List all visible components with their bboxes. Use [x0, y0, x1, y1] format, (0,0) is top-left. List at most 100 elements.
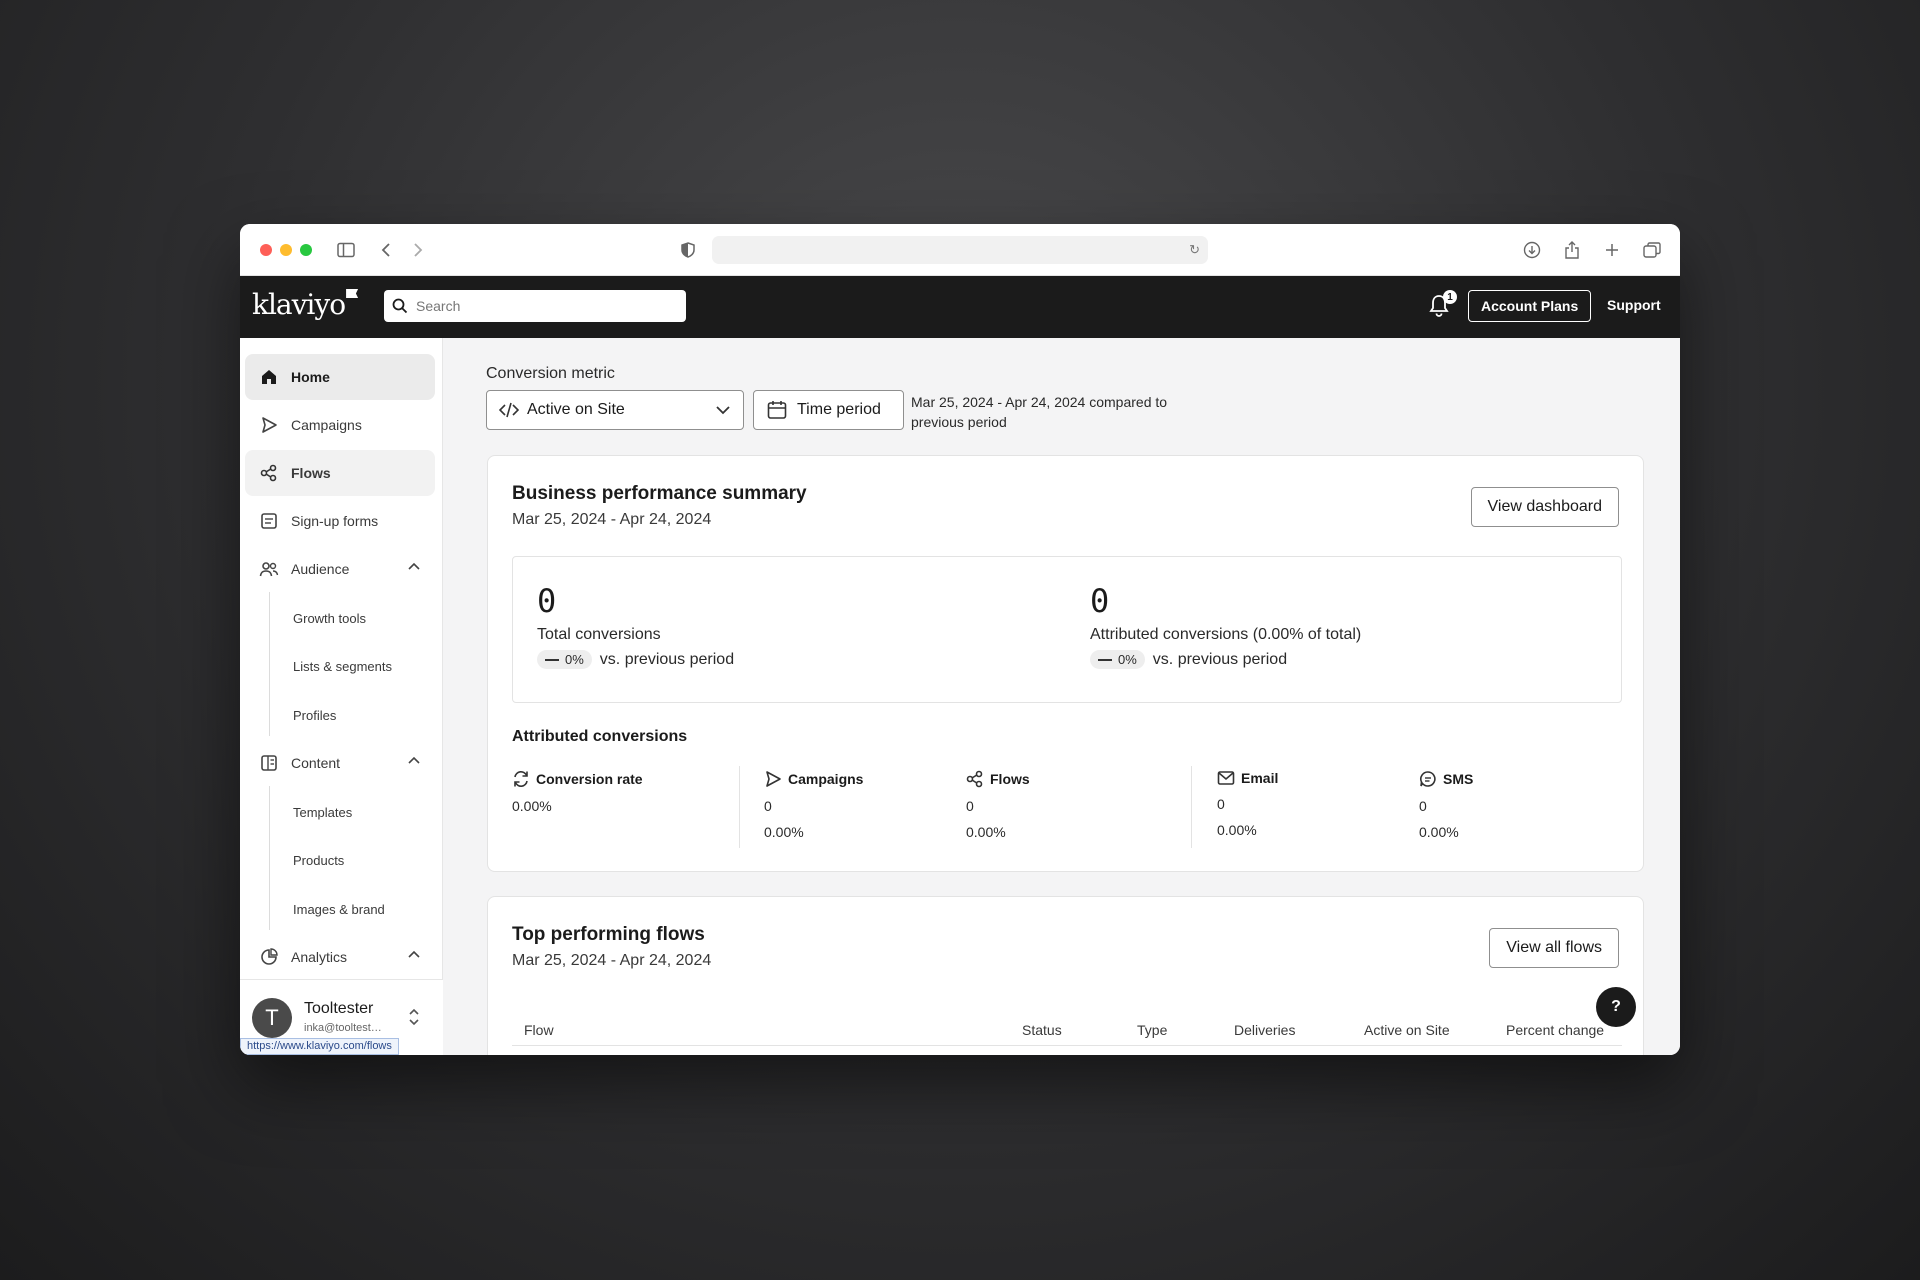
column-header-deliveries[interactable]: Deliveries [1234, 1022, 1295, 1038]
column-header-status[interactable]: Status [1022, 1022, 1062, 1038]
support-link[interactable]: Support [1607, 297, 1661, 313]
sidebar-item-label: Sign-up forms [291, 513, 379, 529]
attributed-conversions-title: Attributed conversions [512, 728, 688, 745]
attr-percent: 0.00% [1419, 824, 1459, 840]
code-icon [499, 402, 519, 418]
flows-icon [966, 770, 984, 788]
share-icon[interactable] [1560, 238, 1584, 262]
sidebar-item-growth-tools[interactable]: Growth tools [293, 611, 366, 626]
sidebar-item-flows[interactable]: Flows [245, 450, 435, 496]
attr-label: Flows [990, 771, 1030, 787]
card-date-range: Mar 25, 2024 - Apr 24, 2024 [512, 511, 712, 528]
column-header-flow[interactable]: Flow [524, 1022, 554, 1038]
chevron-up-icon[interactable] [407, 755, 421, 765]
back-icon[interactable] [374, 238, 398, 262]
divider [1191, 766, 1192, 848]
card-title: Top performing flows [512, 924, 705, 945]
sidebar-item-label: Audience [291, 561, 350, 577]
kpi-delta: 0% vs. previous period [1090, 650, 1361, 669]
top-flows-card: Top performing flows Mar 25, 2024 - Apr … [487, 896, 1644, 1055]
sidebar: Home Campaigns Flows Sign-up forms Audie… [240, 338, 443, 1055]
column-header-active-on-site[interactable]: Active on Site [1364, 1022, 1450, 1038]
attr-campaigns: Campaigns 0 0.00% [764, 770, 863, 840]
kpi-value: 0 [1090, 582, 1110, 620]
forward-icon[interactable] [406, 238, 430, 262]
sidebar-item-content[interactable]: Content [245, 740, 435, 786]
attr-percent: 0.00% [1217, 822, 1257, 838]
date-range-note: Mar 25, 2024 - Apr 24, 2024 compared to … [911, 394, 1168, 430]
delta-badge: 0% [1090, 650, 1145, 669]
new-tab-icon[interactable] [1600, 238, 1624, 262]
delta-value: 0% [1118, 652, 1137, 667]
sidebar-item-products[interactable]: Products [293, 853, 344, 868]
calendar-icon [767, 400, 787, 420]
klaviyo-logo[interactable]: klaviyo [252, 288, 359, 321]
attr-percent: 0.00% [764, 824, 804, 840]
notifications-button[interactable]: 1 [1427, 290, 1457, 320]
sidebar-item-lists-segments[interactable]: Lists & segments [293, 659, 392, 674]
sidebar-item-audience[interactable]: Audience [245, 546, 435, 592]
sidebar-item-campaigns[interactable]: Campaigns [245, 402, 435, 448]
attr-label: Conversion rate [536, 771, 643, 787]
audience-icon [259, 559, 279, 579]
column-header-type[interactable]: Type [1137, 1022, 1167, 1038]
view-all-flows-button[interactable]: View all flows [1489, 928, 1619, 968]
kpi-summary-box: 0 Total conversions 0% vs. previous peri… [512, 556, 1622, 703]
flows-icon [259, 463, 279, 483]
refresh-icon [512, 770, 530, 788]
close-window-button[interactable] [260, 244, 272, 256]
kpi-label: Total conversions [537, 626, 661, 643]
table-header-rule [512, 1045, 1622, 1046]
kpi-total-conversions: 0 Total conversions 0% vs. previous peri… [537, 582, 734, 669]
app-header: klaviyo 1 Account Plans Support [240, 276, 1680, 338]
sidebar-item-home[interactable]: Home [245, 354, 435, 400]
view-dashboard-button[interactable]: View dashboard [1470, 487, 1619, 527]
business-performance-card: Business performance summary Mar 25, 202… [487, 455, 1644, 872]
avatar: T [252, 998, 292, 1038]
column-header-percent-change[interactable]: Percent change [1506, 1022, 1604, 1038]
sidebar-item-profiles[interactable]: Profiles [293, 708, 336, 723]
account-plans-button[interactable]: Account Plans [1468, 290, 1592, 322]
selected-metric: Active on Site [527, 401, 625, 418]
conversion-metric-label: Conversion metric [486, 365, 615, 382]
chevron-up-icon[interactable] [407, 949, 421, 959]
reload-icon[interactable]: ↻ [1189, 242, 1200, 258]
sms-icon [1419, 770, 1437, 788]
sidebar-toggle-icon[interactable] [334, 238, 358, 262]
divider [739, 766, 740, 848]
form-icon [259, 511, 279, 531]
kpi-label: Attributed conversions (0.00% of total) [1090, 626, 1362, 643]
sidebar-item-signup-forms[interactable]: Sign-up forms [245, 498, 435, 544]
delta-suffix: vs. previous period [599, 650, 735, 668]
search-input[interactable] [416, 298, 676, 314]
chevron-up-icon[interactable] [407, 561, 421, 571]
expand-collapse-icon[interactable] [408, 1008, 420, 1026]
attr-value: 0 [966, 798, 974, 814]
conversion-metric-select[interactable]: Active on Site [486, 390, 744, 430]
sidebar-item-label: Content [291, 755, 341, 771]
search-box[interactable] [384, 290, 686, 322]
delta-suffix: vs. previous period [1152, 650, 1288, 668]
content-icon [259, 753, 279, 773]
sidebar-item-templates[interactable]: Templates [293, 805, 352, 820]
sidebar-item-images-brand[interactable]: Images & brand [293, 902, 385, 917]
sidebar-item-label: Campaigns [291, 417, 362, 433]
download-icon[interactable] [1520, 238, 1544, 262]
attr-email: Email 0 0.00% [1217, 770, 1278, 838]
address-bar[interactable]: ↻ [712, 236, 1208, 264]
attr-value: 0 [1419, 798, 1427, 814]
time-period-button[interactable]: Time period [753, 390, 904, 430]
minimize-window-button[interactable] [280, 244, 292, 256]
sidebar-item-analytics[interactable]: Analytics [245, 934, 435, 980]
shield-icon[interactable] [676, 238, 700, 262]
help-button[interactable]: ? [1596, 987, 1636, 1027]
sidebar-item-label: Flows [291, 465, 331, 481]
send-icon [764, 770, 782, 788]
kpi-attributed-conversions: 0 Attributed conversions (0.00% of total… [1090, 582, 1361, 669]
attr-sms: SMS 0 0.00% [1419, 770, 1473, 840]
content-sub-divider [269, 786, 270, 930]
attr-label: Campaigns [788, 771, 864, 787]
tab-overview-icon[interactable] [1640, 238, 1664, 262]
zoom-window-button[interactable] [300, 244, 312, 256]
user-email: inka@tooltest… [304, 1022, 382, 1034]
